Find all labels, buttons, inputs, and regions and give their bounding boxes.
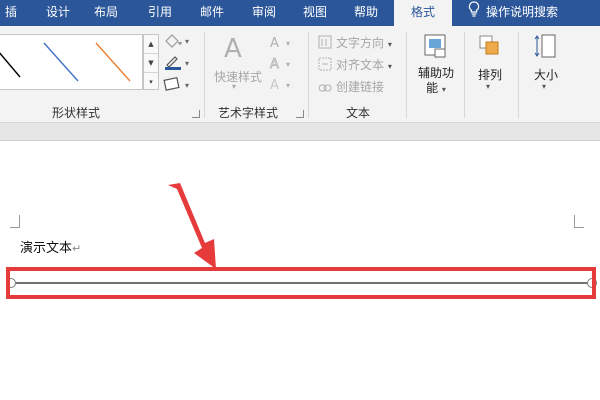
tab-mailings[interactable]: 邮件: [192, 0, 232, 26]
svg-text:A: A: [270, 78, 279, 91]
create-link-label[interactable]: 创建链接: [336, 78, 384, 95]
align-text-label[interactable]: 对齐文本 ▾: [336, 56, 392, 73]
shape-style-orange[interactable]: [92, 37, 136, 85]
tab-design[interactable]: 设计: [38, 0, 78, 26]
arrange-label[interactable]: 排列: [472, 66, 508, 83]
shape-style-black[interactable]: [0, 37, 34, 85]
svg-text:▾: ▾: [185, 59, 189, 68]
text-direction-caret-icon: ▾: [387, 40, 392, 49]
align-text-icon[interactable]: [318, 56, 332, 75]
annotation-arrow-icon: [168, 183, 216, 269]
tab-view[interactable]: 视图: [295, 0, 335, 26]
tab-help[interactable]: 帮助: [346, 0, 386, 26]
shape-effects-icon[interactable]: ▾: [162, 76, 192, 96]
svg-text:▾: ▾: [185, 37, 189, 46]
tab-layout[interactable]: 布局: [86, 0, 126, 26]
svg-text:A: A: [270, 57, 279, 70]
ribbon-separator: [464, 32, 465, 118]
text-direction-icon[interactable]: [318, 34, 332, 53]
arrange-caret-icon: ▾: [486, 82, 491, 91]
quick-styles-icon[interactable]: A: [222, 32, 252, 66]
text-effects-icon[interactable]: A ▾: [270, 76, 298, 95]
align-text-caret-icon: ▾: [387, 62, 392, 71]
accessibility-label[interactable]: 辅助功能 ▾: [414, 66, 458, 97]
shape-style-gallery: [0, 34, 143, 90]
margin-mark-right: [574, 215, 584, 228]
tab-review[interactable]: 审阅: [244, 0, 284, 26]
size-caret-icon: ▾: [542, 82, 547, 91]
svg-text:▾: ▾: [185, 81, 189, 90]
document-page: 演示文本↵: [0, 141, 600, 400]
tab-insert[interactable]: 插入: [0, 0, 22, 43]
ribbon-tab-bar: 插入 设计 布局 引用 邮件 审阅 视图 帮助 格式 操作说明搜索: [0, 0, 600, 43]
ruler-strip: [0, 123, 600, 141]
highlight-box: [6, 267, 596, 299]
group-label-shape-styles: 形状样式: [52, 106, 101, 120]
ribbon-separator: [204, 32, 205, 118]
accessibility-caret-icon: ▾: [441, 85, 446, 94]
tab-format[interactable]: 格式: [394, 0, 452, 26]
create-link-icon[interactable]: [318, 79, 332, 98]
svg-text:▾: ▾: [286, 81, 290, 90]
return-mark: ↵: [72, 242, 82, 255]
group-label-art-text: 艺术字样式: [218, 106, 279, 120]
gallery-up-icon[interactable]: ▲: [144, 35, 158, 54]
ribbon-separator: [518, 32, 519, 118]
svg-text:A: A: [224, 34, 242, 62]
text-direction-label[interactable]: 文字方向 ▾: [336, 34, 392, 51]
shape-style-blue[interactable]: [40, 37, 84, 85]
tab-references[interactable]: 引用: [140, 0, 180, 26]
size-label[interactable]: 大小: [528, 66, 564, 83]
arrange-icon[interactable]: [476, 32, 504, 64]
tell-me-label: 操作说明搜索: [486, 5, 559, 19]
shape-fill-icon[interactable]: ▾: [162, 32, 192, 52]
svg-text:A: A: [270, 36, 279, 49]
shape-outline-icon[interactable]: ▾: [162, 54, 192, 74]
text-fill-icon[interactable]: A ▾: [270, 34, 298, 53]
gallery-down-icon[interactable]: ▼: [144, 54, 158, 73]
svg-text:▾: ▾: [286, 39, 290, 48]
margin-mark-left: [10, 215, 20, 228]
tell-me-search[interactable]: 操作说明搜索: [468, 0, 558, 26]
size-icon[interactable]: [532, 32, 560, 66]
alt-text-icon[interactable]: [422, 32, 450, 64]
text-outline-icon[interactable]: A ▾: [270, 55, 298, 74]
lightbulb-icon: [468, 0, 480, 25]
ribbon-separator: [308, 32, 309, 118]
ribbon-separator: [406, 32, 407, 118]
svg-text:▾: ▾: [286, 60, 290, 69]
art-text-launcher-icon[interactable]: [296, 110, 304, 118]
quick-styles-label[interactable]: 快速样式: [214, 68, 262, 85]
group-label-text: 文本: [346, 106, 371, 120]
shape-styles-launcher-icon[interactable]: [192, 110, 200, 118]
body-paragraph[interactable]: 演示文本↵: [20, 237, 81, 256]
quick-styles-caret-icon: ▾: [232, 82, 237, 91]
ribbon: ▲ ▼ ▾ ▾ ▾ ▾ 形状样式 A 快速样式 ▾ A ▾ A ▾ A ▾ 艺术字样式…: [0, 26, 600, 123]
gallery-more-icon[interactable]: ▾: [144, 73, 158, 91]
gallery-scroll[interactable]: ▲ ▼ ▾: [143, 34, 159, 90]
